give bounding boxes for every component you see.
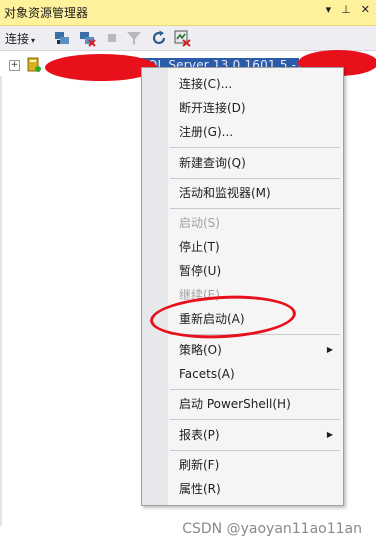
menu-separator (170, 419, 340, 420)
pin-icon[interactable]: ⊥ (341, 3, 351, 16)
menu-separator (170, 208, 340, 209)
menu-separator (170, 147, 340, 148)
menu-separator (170, 389, 340, 390)
submenu-arrow-icon: ▶ (326, 345, 333, 354)
close-icon[interactable]: ✕ (361, 3, 370, 16)
menu-item-pause[interactable]: 暂停(U) (179, 260, 221, 282)
menu-icon-gutter (142, 68, 168, 505)
connect-label: 连接 (5, 32, 30, 46)
refresh-icon[interactable] (150, 29, 168, 47)
activity-monitor-icon[interactable] (173, 29, 191, 47)
context-menu: 连接(C)... 断开连接(D) 注册(G)... 新建查询(Q) 活动和监视器… (141, 67, 344, 506)
dropdown-icon[interactable]: ▾ (326, 3, 332, 16)
connect-dropdown[interactable]: 连接 ▾ (5, 30, 35, 47)
server-icon (27, 57, 41, 72)
submenu-arrow-icon: ▶ (326, 430, 333, 439)
chevron-down-icon: ▾ (31, 36, 36, 45)
menu-item-properties[interactable]: 属性(R) (179, 478, 221, 500)
menu-item-refresh[interactable]: 刷新(F) (179, 454, 219, 476)
toolbar: 连接 ▾ (0, 26, 376, 51)
menu-item-powershell[interactable]: 启动 PowerShell(H) (179, 393, 291, 415)
menu-item-connect[interactable]: 连接(C)... (179, 73, 232, 95)
menu-separator (170, 178, 340, 179)
menu-item-new-query[interactable]: 新建查询(Q) (179, 152, 246, 174)
filter-icon (127, 32, 141, 45)
menu-item-activity-monitor[interactable]: 活动和监视器(M) (179, 182, 271, 204)
connect-object-icon[interactable] (53, 29, 71, 47)
menu-item-disconnect[interactable]: 断开连接(D) (179, 97, 246, 119)
expand-icon[interactable]: + (9, 60, 20, 71)
menu-item-reports[interactable]: 报表(P) (179, 424, 220, 446)
stop-icon (108, 34, 116, 42)
panel-title-buttons: ▾ ⊥ ✕ (326, 3, 370, 16)
menu-item-facets[interactable]: Facets(A) (179, 363, 235, 385)
menu-separator (170, 450, 340, 451)
disconnect-icon[interactable] (78, 29, 96, 47)
tree-pane-edge (0, 76, 2, 526)
menu-item-policies[interactable]: 策略(O) (179, 339, 222, 361)
menu-item-register[interactable]: 注册(G)... (179, 121, 233, 143)
panel-title: 对象资源管理器 (4, 6, 89, 20)
watermark: CSDN @yaoyan11ao11an (182, 521, 362, 537)
menu-item-stop[interactable]: 停止(T) (179, 236, 220, 258)
panel-title-bar: 对象资源管理器 ▾ ⊥ ✕ (0, 0, 376, 26)
menu-item-start: 启动(S) (179, 216, 220, 230)
